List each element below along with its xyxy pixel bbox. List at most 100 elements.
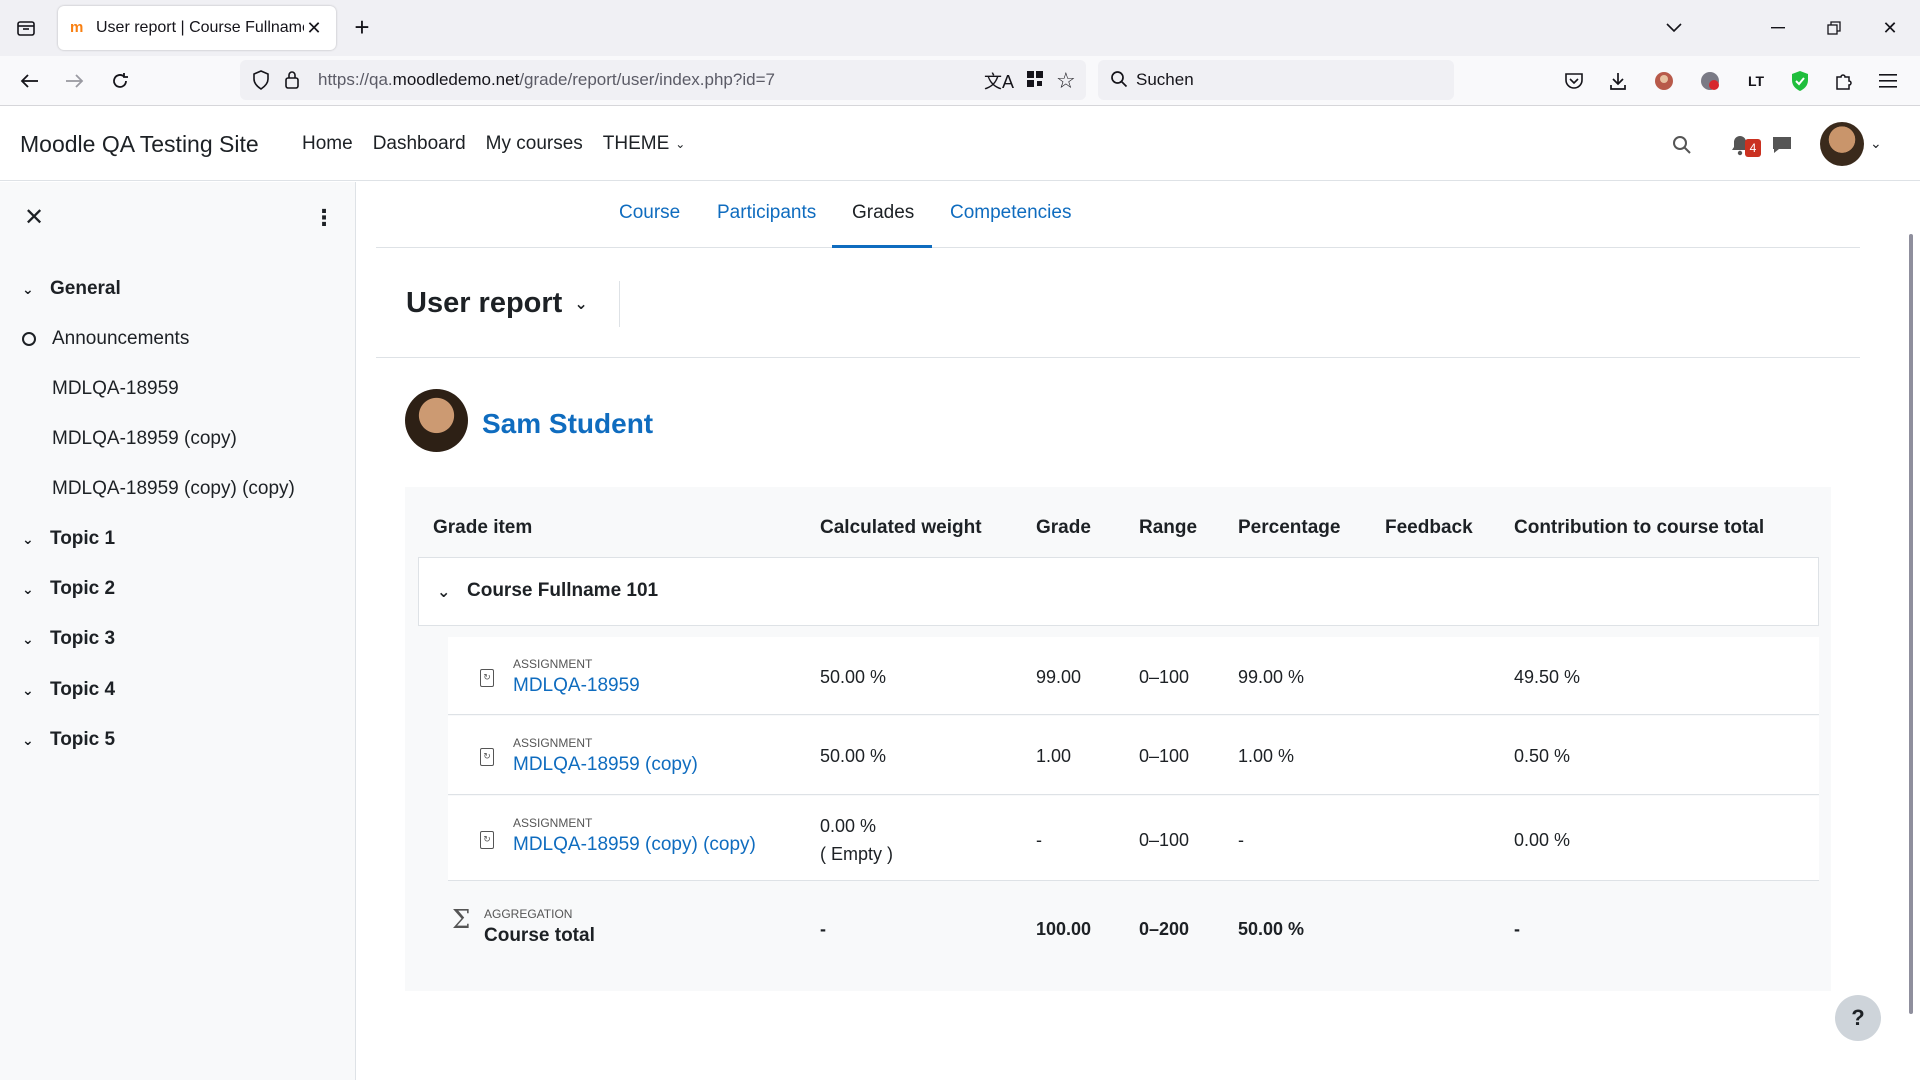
course-index-item-mdlqa-copy-copy[interactable]: MDLQA-18959 (copy) (copy) [22,478,295,500]
chevron-down-icon[interactable]: ⌄ [22,732,40,749]
url-path: /grade/report/user/index.php?id=7 [519,70,775,89]
table-row: ↻ ASSIGNMENT MDLQA-18959 50.00 % 99.00 0… [448,637,1819,715]
percentage-cell: 50.00 % [1238,919,1305,939]
assignment-icon: ↻ [480,831,494,849]
help-button[interactable]: ? [1835,995,1881,1041]
course-index-section-general[interactable]: ⌄ General [22,278,121,300]
messages-icon[interactable] [1768,131,1796,159]
back-icon[interactable] [14,65,46,97]
profile-extension-icon[interactable] [1648,65,1680,97]
pocket-icon[interactable] [1558,65,1590,97]
download-icon[interactable] [1602,65,1634,97]
window-close-icon[interactable]: ✕ [1874,12,1906,44]
bookmark-star-icon[interactable]: ☆ [1056,68,1076,94]
restore-icon[interactable] [1818,12,1850,44]
item-type: ASSIGNMENT [513,816,593,830]
kebab-menu-icon[interactable]: ⋮ [312,206,336,230]
column-header-range: Range [1139,517,1198,538]
tab-course[interactable]: Course [619,202,680,224]
minimize-icon[interactable] [1762,12,1794,44]
tab-close-icon[interactable]: ✕ [304,18,324,39]
page-scrollbar[interactable] [1909,234,1913,1014]
chevron-down-icon[interactable]: ⌄ [1870,135,1882,152]
tab-list-icon[interactable] [12,14,40,42]
tab-overflow-chevron-icon[interactable] [1658,12,1690,44]
url-text[interactable]: https://qa.moodledemo.net/grade/report/u… [318,70,775,90]
weight-cell: 50.00 % [820,746,887,766]
shield-icon[interactable] [252,70,270,95]
extension-red-icon[interactable] [1694,65,1726,97]
grade-item-link[interactable]: MDLQA-18959 (copy) [513,754,698,776]
languagetool-icon[interactable]: LT [1740,65,1772,97]
site-name[interactable]: Moodle QA Testing Site [20,131,259,158]
course-index-item-mdlqa-copy[interactable]: MDLQA-18959 (copy) [22,428,237,450]
contribution-cell: - [1514,919,1520,939]
close-drawer-icon[interactable]: ✕ [22,206,46,230]
contribution-cell: 0.50 % [1514,746,1571,766]
tab-competencies[interactable]: Competencies [950,202,1071,224]
item-label: MDLQA-18959 [52,378,179,399]
weight-note: ( Empty ) [820,844,894,864]
course-index-item-mdlqa[interactable]: MDLQA-18959 [22,378,179,400]
browser-tab-active[interactable]: m User report | Course Fullname 101 ✕ [58,6,336,50]
course-index-section-topic-1[interactable]: ⌄ Topic 1 [22,528,115,550]
report-selector[interactable]: User report ⌄ [406,287,588,320]
nav-theme[interactable]: THEME ⌄ [603,133,686,155]
column-header-grade: Grade [1036,517,1091,538]
category-row[interactable]: ⌄ Course Fullname 101 [418,557,1819,626]
grade-item-link[interactable]: MDLQA-18959 [513,675,640,697]
chevron-down-icon[interactable]: ⌄ [22,581,40,598]
qr-code-icon[interactable] [1026,70,1044,93]
item-label: MDLQA-18959 (copy) [52,428,237,449]
category-name: Course Fullname 101 [467,580,659,601]
item-type: ASSIGNMENT [513,736,593,750]
divider [619,281,620,327]
course-total-row: Σ AGGREGATION Course total - 100.00 0–20… [448,881,1819,963]
section-label: General [50,278,121,299]
total-label: Course total [484,925,595,946]
column-header-feedback: Feedback [1385,517,1473,538]
section-label: Topic 1 [50,528,116,549]
lock-icon[interactable] [284,70,300,95]
chevron-down-icon[interactable]: ⌄ [22,682,40,699]
grade-table: Grade item Calculated weight Grade Range… [405,487,1831,991]
grade-cell: 1.00 [1036,746,1072,766]
adblock-shield-icon[interactable] [1784,65,1816,97]
sigma-icon: Σ [452,905,471,935]
tab-participants[interactable]: Participants [717,202,816,224]
course-index-item-announcements[interactable]: Announcements [22,328,189,350]
chevron-down-icon[interactable]: ⌄ [22,531,40,548]
range-cell: 0–100 [1139,746,1190,766]
forward-icon[interactable] [58,65,90,97]
browser-nav-bar: https://qa.moodledemo.net/grade/report/u… [0,56,1920,106]
translate-icon[interactable]: 文A [984,68,1014,94]
grade-cell: 100.00 [1036,919,1092,939]
course-index-section-topic-3[interactable]: ⌄ Topic 3 [22,628,115,650]
grade-item-link[interactable]: MDLQA-18959 (copy) (copy) [513,834,756,856]
reload-icon[interactable] [104,65,136,97]
extensions-puzzle-icon[interactable] [1828,65,1860,97]
tab-grades[interactable]: Grades [852,202,914,224]
chevron-down-icon[interactable]: ⌄ [22,631,40,648]
chevron-down-icon[interactable]: ⌄ [22,281,40,298]
range-cell: 0–100 [1139,667,1190,687]
chevron-down-icon: ⌄ [574,295,588,313]
course-index-section-topic-4[interactable]: ⌄ Topic 4 [22,679,115,701]
nav-dashboard[interactable]: Dashboard [373,133,466,155]
nav-my-courses[interactable]: My courses [486,133,583,155]
user-avatar-menu[interactable] [1820,122,1864,166]
search-icon[interactable] [1668,131,1696,159]
url-bar[interactable]: https://qa.moodledemo.net/grade/report/u… [240,60,1086,100]
new-tab-icon[interactable]: + [348,14,376,42]
avatar [405,389,468,452]
course-index-section-topic-5[interactable]: ⌄ Topic 5 [22,729,115,751]
course-index-section-topic-2[interactable]: ⌄ Topic 2 [22,578,115,600]
course-index-drawer: ✕ ⋮ ⌄ General Announcements MDLQA-18959 … [0,182,356,1080]
completion-circle-icon [22,332,36,346]
search-bar[interactable]: Suchen [1098,60,1454,100]
hamburger-menu-icon[interactable] [1872,65,1904,97]
url-prefix: https://qa. [318,70,393,89]
nav-home[interactable]: Home [302,133,353,155]
chevron-down-icon[interactable]: ⌄ [437,582,450,602]
user-name-link[interactable]: Sam Student [482,408,653,440]
